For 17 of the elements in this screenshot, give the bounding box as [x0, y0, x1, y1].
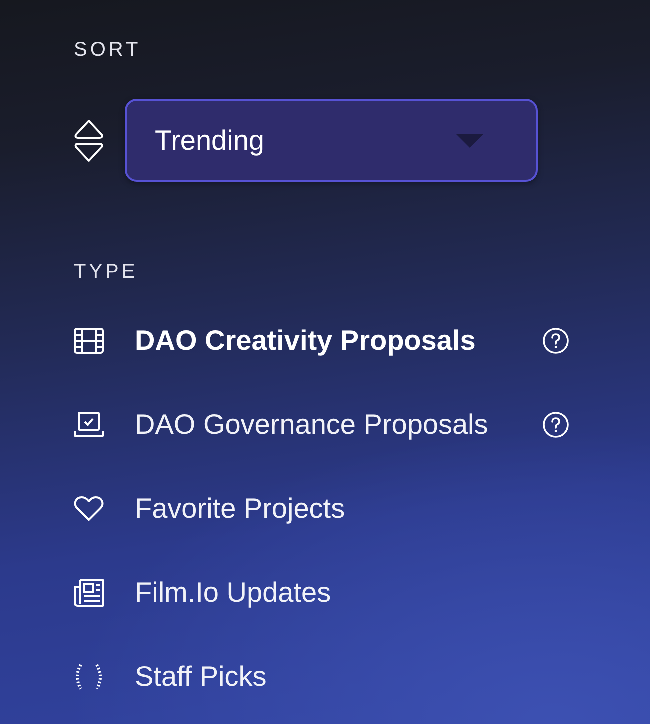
- sort-dropdown[interactable]: Trending: [125, 99, 538, 182]
- heart-icon: [74, 496, 104, 522]
- film-icon: [74, 328, 104, 354]
- type-option[interactable]: DAO Governance Proposals: [74, 383, 569, 467]
- newspaper-icon: [74, 579, 104, 607]
- sort-heading: SORT: [74, 38, 142, 63]
- help-icon[interactable]: [543, 328, 569, 354]
- laurel-icon: [74, 664, 104, 690]
- type-heading: TYPE: [74, 260, 138, 285]
- type-option[interactable]: DAO Creativity Proposals: [74, 299, 569, 383]
- caret-icon: [456, 134, 484, 148]
- laptop-check-icon: [74, 412, 104, 438]
- type-option[interactable]: Staff Picks: [74, 635, 569, 719]
- type-option[interactable]: Favorite Projects: [74, 467, 569, 551]
- help-icon[interactable]: [543, 412, 569, 438]
- sort-icon[interactable]: [74, 118, 104, 162]
- type-option[interactable]: Film.Io Updates: [74, 551, 569, 635]
